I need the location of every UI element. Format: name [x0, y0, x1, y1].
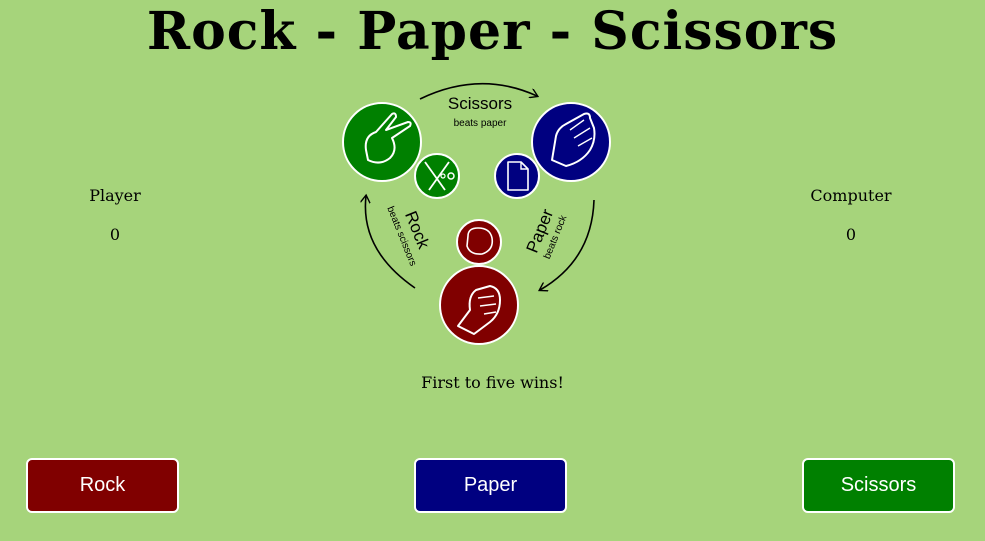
- page-title: Rock - Paper - Scissors: [146, 1, 839, 62]
- scissors-beats-label: beats paper: [454, 118, 507, 129]
- computer-score: 0: [845, 225, 857, 244]
- scissors-icon: [414, 153, 460, 199]
- rock-button[interactable]: Rock: [26, 458, 179, 513]
- rules-text: First to five wins!: [421, 373, 564, 392]
- scissors-hand-icon: [342, 102, 422, 182]
- scissors-button[interactable]: Scissors: [802, 458, 955, 513]
- player-score: 0: [109, 225, 121, 244]
- rock-fist-icon: [439, 265, 519, 345]
- paper-button[interactable]: Paper: [414, 458, 567, 513]
- player-label: Player: [89, 186, 141, 205]
- document-icon: [494, 153, 540, 199]
- rock-icon: [456, 219, 502, 265]
- rules-diagram: Scissors beats paper Paper beats rock Ro…: [342, 82, 611, 345]
- paper-hand-icon: [531, 102, 611, 182]
- computer-label: Computer: [810, 186, 892, 205]
- scissors-name-label: Scissors: [448, 94, 512, 113]
